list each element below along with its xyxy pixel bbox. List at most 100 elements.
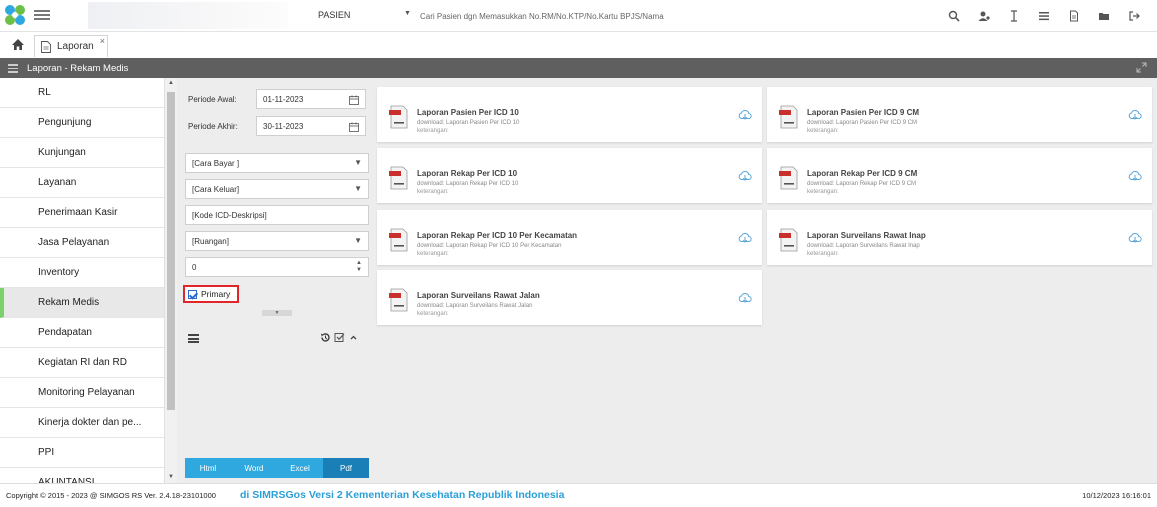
sidebar-item-penerimaan-kasir[interactable]: Penerimaan Kasir — [0, 198, 164, 228]
sidebar-item-kunjungan[interactable]: Kunjungan — [0, 138, 164, 168]
periode-akhir-field[interactable]: 30-11-2023 — [256, 116, 366, 136]
cara-keluar-value: [Cara Keluar] — [192, 184, 240, 194]
sidebar-scrollbar[interactable]: ▲ ▼ — [165, 78, 177, 483]
periode-awal-field[interactable]: 01-11-2023 — [256, 89, 366, 109]
export-pdf-button[interactable]: Pdf — [323, 458, 369, 478]
report-title: Laporan Surveilans Rawat Jalan — [417, 291, 540, 300]
scroll-down-icon[interactable]: ▼ — [168, 474, 174, 480]
scroll-thumb[interactable] — [167, 92, 175, 410]
export-word-button[interactable]: Word — [231, 458, 277, 478]
sidebar-item-rl[interactable]: RL — [0, 78, 164, 108]
cloud-download-icon[interactable] — [738, 292, 752, 304]
patient-search-input[interactable] — [420, 7, 925, 25]
user-settings-icon[interactable] — [969, 7, 999, 25]
sidebar-item-kegiatan-ri-rd[interactable]: Kegiatan RI dan RD — [0, 348, 164, 378]
report-description: keterangan: — [417, 128, 449, 134]
report-card[interactable]: Laporan Pasien Per ICD 9 CM download: La… — [767, 87, 1152, 142]
sidebar-item-pengunjung[interactable]: Pengunjung — [0, 108, 164, 138]
cloud-download-icon[interactable] — [738, 109, 752, 121]
expand-icon[interactable] — [1136, 62, 1147, 73]
report-file-icon — [779, 105, 798, 129]
calendar-icon[interactable] — [349, 95, 359, 105]
ruangan-value: [Ruangan] — [192, 236, 229, 246]
chevron-down-icon[interactable]: ▼ — [404, 10, 411, 17]
ruangan-select[interactable]: [Ruangan] ▼ — [185, 231, 369, 251]
kode-icd-input[interactable]: [Kode ICD-Deskripsi] — [185, 205, 369, 225]
report-description: keterangan: — [807, 251, 839, 257]
export-excel-button[interactable]: Excel — [277, 458, 323, 478]
reset-icon[interactable] — [320, 332, 331, 343]
sidebar-item-ppi[interactable]: PPI — [0, 438, 164, 468]
panel-title: Laporan - Rekam Medis — [27, 63, 129, 74]
check-square-icon[interactable] — [334, 332, 345, 343]
report-card[interactable]: Laporan Rekap Per ICD 10 Per Kecamatan d… — [377, 210, 762, 265]
cloud-download-icon[interactable] — [1128, 232, 1142, 244]
chevron-up-icon[interactable] — [348, 332, 359, 343]
cara-bayar-select[interactable]: [Cara Bayar ] ▼ — [185, 153, 369, 173]
cloud-download-icon[interactable] — [738, 232, 752, 244]
report-card[interactable]: Laporan Surveilans Rawat Jalan download:… — [377, 270, 762, 325]
calendar-icon[interactable] — [349, 122, 359, 132]
datetime-text: 10/12/2023 16:16:01 — [1082, 491, 1151, 500]
report-category-sidebar: RL Pengunjung Kunjungan Layanan Penerima… — [0, 78, 165, 483]
report-description: keterangan: — [807, 128, 839, 134]
home-icon[interactable] — [11, 38, 25, 51]
sidebar-item-inventory[interactable]: Inventory — [0, 258, 164, 288]
sidebar-item-pendapatan[interactable]: Pendapatan — [0, 318, 164, 348]
document-icon[interactable] — [1059, 7, 1089, 25]
report-card[interactable]: Laporan Pasien Per ICD 10 download: Lapo… — [377, 87, 762, 142]
footer: Copyright © 2015 - 2023 @ SIMGOS RS Ver.… — [0, 483, 1157, 507]
report-title: Laporan Rekap Per ICD 9 CM — [807, 169, 918, 178]
report-description: keterangan: — [807, 189, 839, 195]
list-icon[interactable] — [188, 334, 199, 343]
text-cursor-icon[interactable] — [999, 7, 1029, 25]
report-file-icon — [779, 228, 798, 252]
report-download-text: download: Laporan Pasien Per ICD 9 CM — [807, 120, 918, 126]
stepper-arrows-icon[interactable]: ▲ ▼ — [356, 260, 362, 274]
tab-laporan[interactable]: Laporan × — [34, 35, 108, 57]
cloud-download-icon[interactable] — [1128, 170, 1142, 182]
sidebar-item-akuntansi[interactable]: AKUNTANSI — [0, 468, 164, 483]
sidebar-item-kinerja-dokter[interactable]: Kinerja dokter dan pe... — [0, 408, 164, 438]
sidebar-item-rekam-medis[interactable]: Rekam Medis — [0, 288, 164, 318]
module-select[interactable]: PASIEN — [318, 10, 350, 20]
report-card[interactable]: Laporan Surveilans Rawat Inap download: … — [767, 210, 1152, 265]
report-file-icon — [389, 228, 408, 252]
periode-awal-label: Periode Awal: — [188, 95, 237, 104]
copyright-text: Copyright © 2015 - 2023 @ SIMGOS RS Ver.… — [6, 491, 216, 500]
sidebar-item-layanan[interactable]: Layanan — [0, 168, 164, 198]
folder-icon[interactable] — [1089, 7, 1119, 25]
number-stepper[interactable]: 0 ▲ ▼ — [185, 257, 369, 277]
primary-checkbox[interactable]: Primary — [183, 285, 239, 303]
tab-bar: Laporan × — [0, 33, 1157, 58]
sidebar-item-jasa-pelayanan[interactable]: Jasa Pelayanan — [0, 228, 164, 258]
search-icon[interactable] — [939, 7, 969, 25]
menu-icon[interactable] — [8, 64, 18, 73]
list-icon[interactable] — [1029, 7, 1059, 25]
report-card[interactable]: Laporan Rekap Per ICD 10 download: Lapor… — [377, 148, 762, 203]
logout-icon[interactable] — [1119, 7, 1149, 25]
report-download-text: download: Laporan Surveilans Rawat Inap — [807, 243, 920, 249]
close-icon[interactable]: × — [100, 36, 105, 46]
report-description: keterangan: — [417, 251, 449, 257]
collapse-handle-icon[interactable]: ▼ — [262, 310, 292, 316]
export-html-button[interactable]: Html — [185, 458, 231, 478]
report-download-text: download: Laporan Rekap Per ICD 10 — [417, 181, 519, 187]
hamburger-menu-icon[interactable] — [34, 8, 50, 22]
checkbox-checked-icon[interactable] — [188, 289, 197, 299]
periode-awal-value: 01-11-2023 — [263, 94, 304, 104]
top-navbar: PASIEN ▼ — [0, 0, 1157, 32]
tab-label: Laporan — [57, 41, 94, 52]
kode-icd-placeholder: [Kode ICD-Deskripsi] — [192, 210, 267, 220]
report-download-text: download: Laporan Rekap Per ICD 10 Per K… — [417, 243, 562, 249]
periode-akhir-label: Periode Akhir: — [188, 122, 238, 131]
scroll-up-icon[interactable]: ▲ — [168, 80, 174, 86]
chevron-down-icon: ▼ — [354, 236, 362, 245]
cloud-download-icon[interactable] — [738, 170, 752, 182]
chevron-down-icon: ▼ — [354, 184, 362, 193]
report-card[interactable]: Laporan Rekap Per ICD 9 CM download: Lap… — [767, 148, 1152, 203]
cara-keluar-select[interactable]: [Cara Keluar] ▼ — [185, 179, 369, 199]
report-title: Laporan Surveilans Rawat Inap — [807, 231, 926, 240]
cloud-download-icon[interactable] — [1128, 109, 1142, 121]
sidebar-item-monitoring-pelayanan[interactable]: Monitoring Pelayanan — [0, 378, 164, 408]
